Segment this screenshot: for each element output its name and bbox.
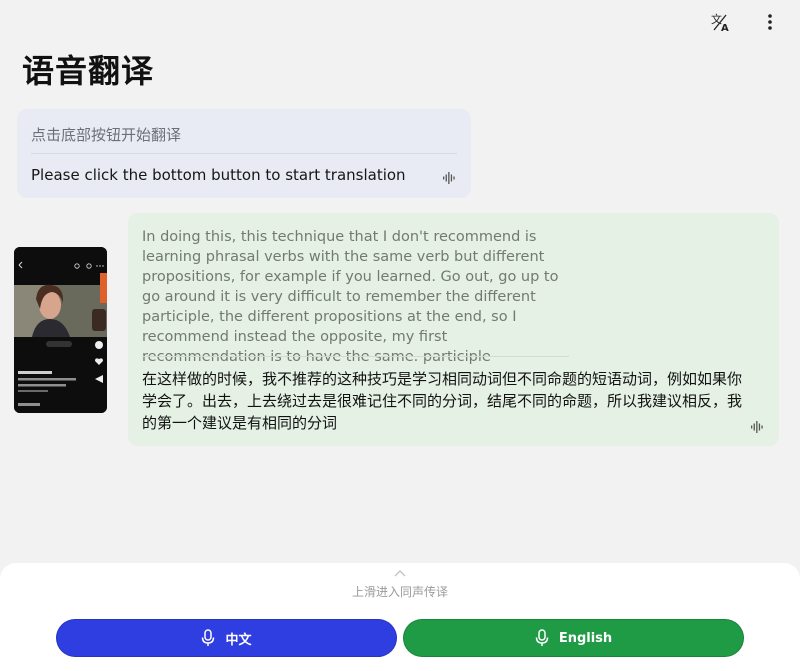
english-button-label: English — [558, 630, 613, 646]
prompt-placeholder: 点击底部按钮开始翻译 — [31, 126, 182, 144]
prompt-english-hint: Please click the bottom button to start … — [31, 166, 406, 184]
bottom-panel: 上滑进入同声传译 中文 English — [0, 563, 800, 671]
chinese-speak-button[interactable]: 中文 — [56, 619, 397, 657]
waveform-icon[interactable] — [751, 418, 763, 437]
more-vertical-icon[interactable] — [758, 10, 782, 34]
video-thumbnail[interactable] — [14, 247, 107, 413]
chinese-button-label: 中文 — [225, 632, 252, 648]
translation-result-card: In doing this, this technique that I don… — [128, 213, 779, 446]
top-toolbar: 文 A — [708, 10, 782, 34]
swipe-hint: 上滑进入同声传译 — [351, 585, 448, 599]
english-speak-button[interactable]: English — [403, 619, 744, 657]
prompt-card: 点击底部按钮开始翻译 Please click the bottom butto… — [17, 109, 471, 198]
svg-text:A: A — [721, 23, 729, 32]
microphone-icon — [535, 629, 549, 646]
translated-text: 在这样做的时候，我不推荐的这种技巧是学习相同动词但不同命题的短语动词，例如如果你… — [142, 370, 743, 432]
page-title: 语音翻译 — [22, 52, 155, 90]
prompt-divider — [31, 153, 457, 154]
waveform-icon[interactable] — [443, 169, 455, 188]
result-divider — [142, 356, 569, 357]
translate-icon[interactable]: 文 A — [708, 10, 732, 34]
chevron-up-icon — [394, 570, 406, 577]
microphone-icon — [202, 629, 215, 646]
source-transcript: In doing this, this technique that I don… — [142, 229, 559, 365]
